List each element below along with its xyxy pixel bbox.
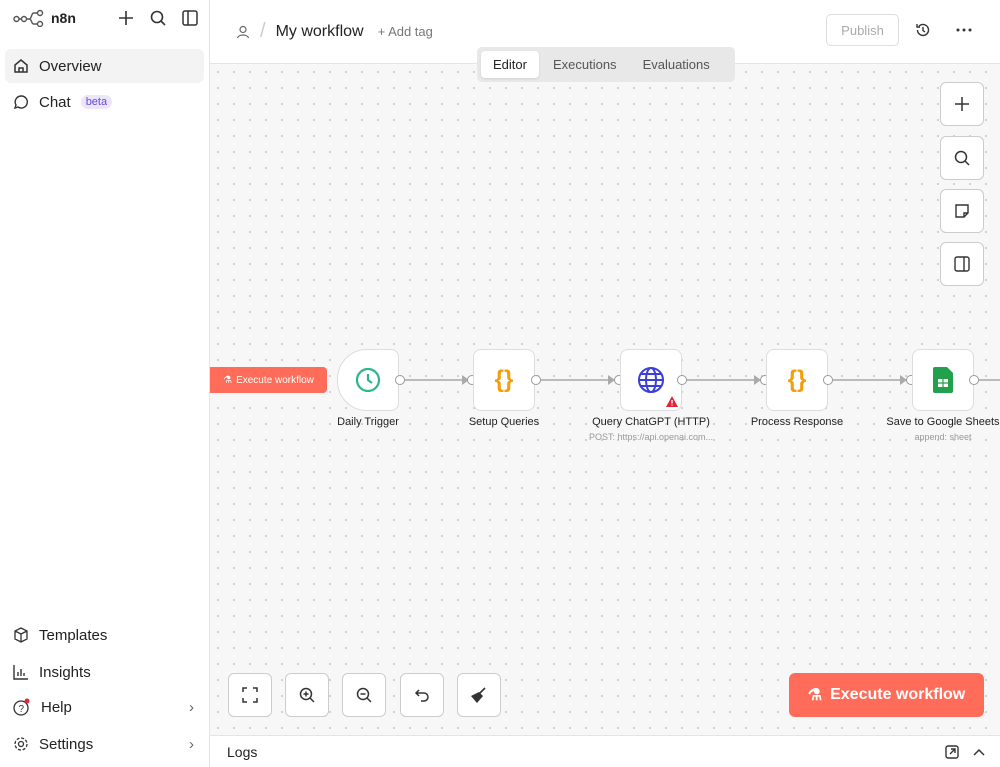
node-label: Query ChatGPT (HTTP) [592, 416, 710, 428]
flask-icon: ⚗ [223, 374, 233, 386]
search-icon [954, 150, 970, 166]
note-icon [955, 204, 969, 218]
history-icon[interactable] [913, 20, 933, 40]
zoom-out-icon [356, 687, 372, 703]
globe-icon [638, 367, 664, 393]
output-port[interactable] [677, 375, 687, 385]
svg-text:?: ? [19, 704, 25, 715]
view-tabs: Editor Executions Evaluations [477, 47, 735, 82]
code-braces-icon: {} [494, 366, 514, 393]
n8n-logo[interactable]: n8n [13, 9, 76, 27]
node-label: Setup Queries [468, 416, 540, 428]
broom-icon [471, 687, 486, 703]
sidebar-item-help[interactable]: ? Help › [5, 690, 204, 724]
node-query-chatgpt[interactable] [620, 349, 682, 411]
chat-icon [13, 95, 28, 110]
connection [687, 379, 759, 381]
sidebar-item-chat[interactable]: Chat beta [5, 85, 204, 119]
output-port[interactable] [395, 375, 405, 385]
box-icon [14, 627, 28, 643]
clear-execution-button[interactable] [457, 673, 501, 717]
zoom-out-button[interactable] [342, 673, 386, 717]
output-port[interactable] [823, 375, 833, 385]
logs-panel-bar[interactable]: Logs [210, 735, 1000, 767]
help-icon: ? [13, 698, 30, 716]
undo-button[interactable] [400, 673, 444, 717]
panel-toggle-button[interactable] [940, 242, 984, 286]
execute-workflow-trigger-button[interactable]: ⚗ Execute workflow [210, 367, 327, 393]
pop-out-icon[interactable] [945, 745, 959, 759]
node-setup-queries[interactable]: {} [473, 349, 535, 411]
chevron-right-icon: › [189, 735, 194, 753]
node-subtitle: POST: https://api.openai.com... [588, 432, 714, 442]
chevron-right-icon: › [189, 698, 194, 716]
logs-label: Logs [227, 743, 258, 760]
connection [979, 379, 1000, 381]
zoom-in-button[interactable] [285, 673, 329, 717]
workflow-canvas[interactable] [210, 64, 1000, 735]
node-daily-trigger[interactable] [337, 349, 399, 411]
code-braces-icon: {} [787, 366, 807, 393]
chevron-up-icon[interactable] [973, 748, 985, 756]
app-name: n8n [51, 10, 76, 26]
home-icon [14, 59, 28, 73]
tab-evaluations[interactable]: Evaluations [631, 51, 722, 78]
plus-icon [955, 97, 969, 111]
panel-icon [954, 256, 970, 272]
breadcrumb: / My workflow + Add tag [236, 20, 433, 43]
search-nodes-button[interactable] [940, 136, 984, 180]
execute-workflow-button[interactable]: ⚗ Execute workflow [789, 673, 984, 717]
zoom-in-icon [299, 687, 315, 703]
user-icon [236, 25, 250, 38]
fit-view-icon [242, 687, 258, 703]
sidebar-item-settings[interactable]: Settings › [5, 727, 204, 761]
gear-icon [14, 737, 28, 751]
flask-icon: ⚗ [807, 687, 823, 704]
connection [541, 379, 613, 381]
sticky-note-button[interactable] [940, 189, 984, 233]
warning-icon [666, 396, 678, 407]
node-save-google-sheets[interactable] [912, 349, 974, 411]
more-icon[interactable] [954, 20, 974, 40]
tab-executions[interactable]: Executions [541, 51, 629, 78]
sidebar: n8n Overview Chat beta Templates Insight… [0, 0, 210, 767]
undo-icon [414, 689, 429, 702]
connection [405, 379, 467, 381]
beta-badge: beta [80, 95, 113, 109]
workflow-name[interactable]: My workflow [276, 23, 364, 41]
add-node-button[interactable] [940, 82, 984, 126]
google-sheets-icon [933, 367, 953, 393]
sidebar-item-overview[interactable]: Overview [5, 49, 204, 83]
sidebar-toggle-icon[interactable] [180, 8, 200, 28]
output-port[interactable] [531, 375, 541, 385]
node-label: Save to Google Sheets [886, 416, 1000, 428]
connection [833, 379, 905, 381]
chart-icon [13, 665, 28, 680]
node-process-response[interactable]: {} [766, 349, 828, 411]
sidebar-item-insights[interactable]: Insights [5, 655, 204, 689]
sidebar-item-templates[interactable]: Templates [5, 618, 204, 652]
plus-icon[interactable] [116, 8, 136, 28]
node-label: Process Response [750, 416, 844, 428]
publish-button[interactable]: Publish [826, 14, 899, 46]
search-icon[interactable] [148, 8, 168, 28]
n8n-logo-icon [13, 9, 44, 27]
node-subtitle: append: sheet [914, 432, 972, 442]
clock-icon [355, 367, 381, 393]
fit-view-button[interactable] [228, 673, 272, 717]
output-port[interactable] [969, 375, 979, 385]
tab-editor[interactable]: Editor [481, 51, 539, 78]
add-tag-button[interactable]: + Add tag [378, 24, 433, 39]
